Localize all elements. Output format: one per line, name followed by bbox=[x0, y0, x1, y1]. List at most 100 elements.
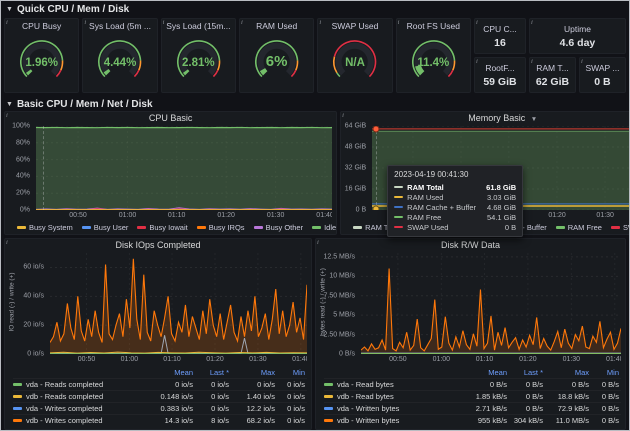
x-tick-label: 00:50 bbox=[78, 356, 96, 363]
chart-body: bytes read (-) / write (+) 12.5 MB/s10 M… bbox=[316, 251, 625, 365]
column-header[interactable]: Mean bbox=[137, 368, 193, 377]
legend-swatch bbox=[197, 226, 206, 229]
y-tick-label: 5 MB/s bbox=[333, 312, 355, 319]
chevron-down-icon: ▼ bbox=[531, 116, 537, 123]
series-name[interactable]: vda - Written bytes bbox=[324, 404, 451, 413]
legend-item[interactable]: Busy User bbox=[82, 223, 129, 232]
y-axis: 100%80%60%40%20%0% bbox=[7, 126, 33, 210]
chart-title-memory-basic[interactable]: Memory Basic ▼ bbox=[341, 112, 630, 124]
panel-swap-total: i SWAP ... 0 B bbox=[579, 57, 626, 93]
series-value: 0 io/s bbox=[275, 416, 307, 425]
series-name[interactable]: vdb - Written bytes bbox=[324, 416, 451, 425]
series-swatch bbox=[324, 395, 333, 398]
series-value: 0 io/s bbox=[275, 404, 307, 413]
legend-label: Busy IRQs bbox=[209, 223, 245, 232]
info-icon[interactable]: i bbox=[163, 19, 165, 26]
y-tick-label: 80% bbox=[16, 139, 30, 146]
column-header[interactable]: Min bbox=[589, 368, 621, 377]
series-name[interactable]: vdb - Writes completed bbox=[13, 416, 137, 425]
info-icon[interactable]: i bbox=[317, 239, 319, 246]
legend-item[interactable]: Busy Iowait bbox=[137, 223, 187, 232]
y-axis: 60 io/s40 io/s20 io/s0 io/s bbox=[21, 253, 47, 354]
tooltip-value: 61.8 GiB bbox=[486, 183, 516, 192]
disk-rw-plot[interactable] bbox=[361, 253, 621, 354]
legend-swatch bbox=[611, 226, 620, 229]
table-row: vda - Writes completed0.383 io/s0 io/s12… bbox=[13, 402, 307, 414]
series-value: 72.9 kB/s bbox=[543, 404, 589, 413]
info-icon[interactable]: i bbox=[6, 239, 8, 246]
series-name[interactable]: vdb - Read bytes bbox=[324, 392, 451, 401]
x-tick-label: 00:50 bbox=[389, 356, 407, 363]
chevron-down-icon: ▼ bbox=[6, 5, 13, 15]
y-tick-label: 32 GiB bbox=[345, 165, 366, 172]
basic-charts-row: i CPU Basic 100%80%60%40%20%0% 00:5001:0… bbox=[4, 111, 626, 235]
row-header-quick[interactable]: ▼ Quick CPU / Mem / Disk bbox=[1, 1, 629, 16]
series-name[interactable]: vda - Writes completed bbox=[13, 404, 137, 413]
series-name[interactable]: vdb - Reads completed bbox=[13, 392, 137, 401]
chart-title-disk-iops[interactable]: Disk IOps Completed bbox=[5, 239, 311, 251]
series-value: 2.71 kB/s bbox=[451, 404, 507, 413]
x-tick-label: 01:40 bbox=[606, 356, 621, 363]
tooltip-value: 54.1 GiB bbox=[487, 213, 516, 222]
series-label: vda - Written bytes bbox=[337, 404, 399, 413]
y-axis: 12.5 MB/s10 MB/s7.50 MB/s5 MB/s2.50 MB/s… bbox=[332, 253, 358, 354]
chart-title-text: Disk IOps Completed bbox=[115, 240, 200, 250]
series-value: 304 kB/s bbox=[507, 416, 543, 425]
legend-swatch bbox=[82, 226, 91, 229]
column-header[interactable]: Max bbox=[229, 368, 275, 377]
series-value: 0 B/s bbox=[507, 380, 543, 389]
info-icon[interactable]: i bbox=[84, 19, 86, 26]
y-tick-label: 100% bbox=[12, 123, 30, 130]
info-icon[interactable]: i bbox=[398, 19, 400, 26]
panel-ram-used: i RAM Used 6% bbox=[239, 18, 314, 93]
column-header[interactable]: Max bbox=[543, 368, 589, 377]
series-swatch bbox=[13, 383, 22, 386]
panel-title[interactable]: CPU C... bbox=[483, 23, 517, 34]
legend-table-header: MeanLast *MaxMin bbox=[324, 367, 621, 378]
legend-item[interactable]: Busy System bbox=[17, 223, 73, 232]
panel-title[interactable]: RAM T... bbox=[536, 62, 568, 73]
disk-charts-row: i Disk IOps Completed IO read (-) / writ… bbox=[4, 238, 626, 430]
series-name[interactable]: vda - Reads completed bbox=[13, 380, 137, 389]
disk-iops-plot[interactable] bbox=[50, 253, 307, 354]
info-icon[interactable]: i bbox=[531, 58, 533, 65]
panel-title[interactable]: RootF... bbox=[485, 62, 514, 73]
chart-body: 100%80%60%40%20%0% 00:5001:0001:1001:200… bbox=[5, 124, 336, 221]
legend-label: Idle bbox=[324, 223, 336, 232]
chart-title-disk-rw[interactable]: Disk R/W Data bbox=[316, 239, 625, 251]
legend-item[interactable]: Busy IRQs bbox=[197, 223, 245, 232]
series-swatch bbox=[324, 407, 333, 410]
tooltip-value: 3.03 GiB bbox=[487, 193, 516, 202]
column-header[interactable]: Mean bbox=[451, 368, 507, 377]
chart-title-cpu-basic[interactable]: CPU Basic bbox=[5, 112, 336, 124]
tooltip-swatch bbox=[394, 216, 403, 219]
legend-item[interactable]: RAM Free bbox=[556, 223, 602, 232]
y-axis-label: IO read (-) / write (+) bbox=[9, 273, 16, 332]
column-header[interactable]: Last * bbox=[193, 368, 229, 377]
column-header[interactable]: Last * bbox=[507, 368, 543, 377]
row-header-basic[interactable]: ▼ Basic CPU / Mem / Net / Disk bbox=[1, 96, 629, 111]
cpu-basic-plot[interactable] bbox=[36, 126, 332, 210]
info-icon[interactable]: i bbox=[476, 19, 478, 26]
y-axis-label: bytes read (-) / write (+) bbox=[320, 268, 327, 336]
column-header[interactable]: Min bbox=[275, 368, 307, 377]
info-icon[interactable]: i bbox=[6, 19, 8, 26]
panel-sys-load-5m: i Sys Load (5m ... 4.44% bbox=[82, 18, 157, 93]
info-icon[interactable]: i bbox=[319, 19, 321, 26]
legend-item[interactable]: SWAP Used bbox=[611, 223, 630, 232]
series-name[interactable]: vda - Read bytes bbox=[324, 380, 451, 389]
series-value: 0 io/s bbox=[193, 392, 229, 401]
info-icon[interactable]: i bbox=[476, 58, 478, 65]
panel-title[interactable]: SWAP ... bbox=[585, 62, 619, 73]
info-icon[interactable]: i bbox=[531, 19, 533, 26]
info-icon[interactable]: i bbox=[6, 112, 8, 119]
tooltip-label: RAM Free bbox=[407, 213, 483, 222]
legend-item[interactable]: Busy Other bbox=[254, 223, 304, 232]
legend-item[interactable]: Idle bbox=[312, 223, 336, 232]
info-icon[interactable]: i bbox=[342, 112, 344, 119]
info-icon[interactable]: i bbox=[581, 58, 583, 65]
panel-title[interactable]: Uptime bbox=[564, 23, 591, 34]
legend-table-header: MeanLast *MaxMin bbox=[13, 367, 307, 378]
chart-title-text: Memory Basic bbox=[468, 113, 525, 123]
info-icon[interactable]: i bbox=[241, 19, 243, 26]
